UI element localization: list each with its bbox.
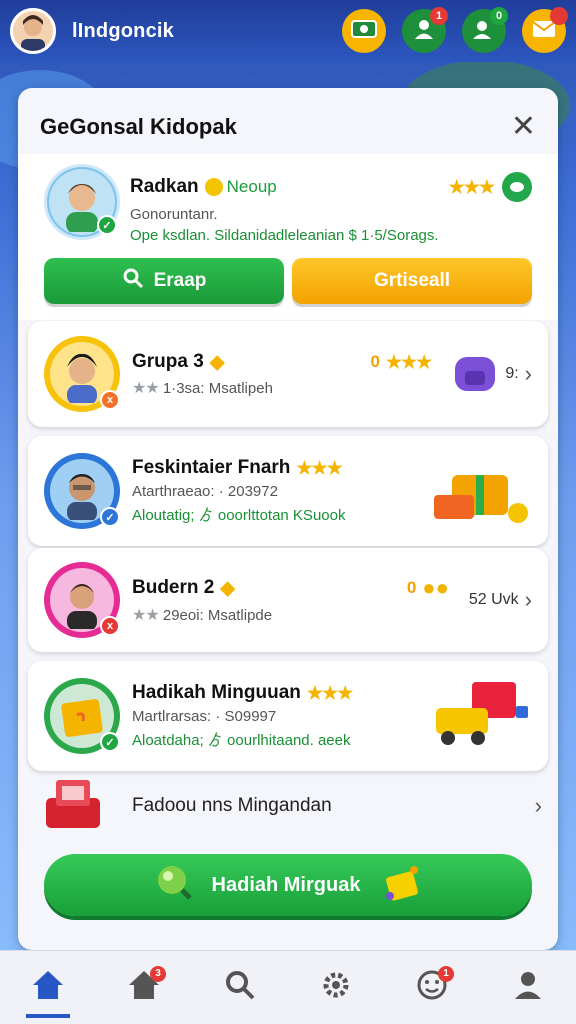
list-item[interactable]: ✓ Feskintaier Fnarh ★★★ Atarthraeao: · 2… [28, 436, 548, 546]
chevron-right-icon[interactable]: › [525, 361, 532, 387]
gift-avatar: ✓ [44, 678, 120, 754]
card-right: 52 Uvk [468, 591, 519, 608]
featured-friend: ✓ Radkan Neoup ★★★ Gonoruntanr. Ope ksdl… [18, 154, 558, 320]
gift-box-icon [432, 451, 532, 532]
rating-stars: ★★★ [296, 457, 342, 478]
gift-icon [382, 862, 422, 908]
top-bar: lIndgoncik 1 0 [0, 0, 576, 62]
coin-icon: ◆ [220, 577, 235, 599]
list-item[interactable]: ✓ Hadikah Minguuan ★★★ Martlrarsas: · S0… [28, 661, 548, 771]
featured-detail: Ope ksdlan. Sildanidadleleanian $ 1·5/So… [130, 227, 439, 244]
featured-name: Radkan [130, 176, 199, 197]
emoji-badge: 1 [438, 965, 454, 982]
featured-avatar[interactable]: ✓ [44, 164, 120, 240]
profile-icon [513, 970, 543, 1005]
search-icon [122, 267, 144, 295]
featured-status: Neoup [226, 177, 277, 196]
nav-emoji[interactable]: 1 [402, 958, 462, 1018]
nav-home[interactable] [18, 958, 78, 1018]
friend-avatar: x [44, 562, 120, 638]
nav-profile[interactable] [498, 958, 558, 1018]
card-prefix: 0 [370, 352, 380, 371]
promo-row[interactable]: Fadoou nns Mingandan › [42, 778, 542, 834]
card-sub: 29eoi: Msatlipde [162, 607, 273, 624]
card-right: 9: [505, 365, 519, 382]
nav-search[interactable] [210, 958, 270, 1018]
friends-button[interactable]: 1 [402, 7, 448, 53]
card-green: Aloatdaha; ゟ oourlhitaand. aeek [132, 732, 351, 749]
daily-reward-button[interactable] [342, 9, 386, 53]
card-title: Grupa 3 [132, 351, 204, 372]
chat-button[interactable] [502, 172, 532, 202]
card-title: Budern 2 [132, 577, 215, 598]
groups-button[interactable]: 0 [462, 7, 508, 53]
panel-title: GeGonsal Kidopak [40, 114, 237, 139]
backpack-icon [451, 349, 499, 400]
search-button[interactable]: Eraap [44, 258, 284, 304]
rating-stars: ★★★ [385, 351, 432, 372]
home-icon [31, 969, 65, 1006]
chat-icon [510, 182, 524, 192]
coin-icon: ◆ [209, 351, 225, 373]
weekly-gift-button[interactable]: Hadiah Mirguak [44, 854, 532, 916]
featured-subtitle: Gonoruntanr. [130, 206, 218, 223]
rating-stars: ★★★ [448, 176, 495, 197]
card-prefix: 0 [406, 578, 417, 597]
card-title: Hadikah Minguuan [132, 682, 301, 703]
friends-panel: GeGonsal Kidopak ✕ ✓ Radkan Neoup ★★★ Go… [18, 88, 558, 950]
online-check-icon: ✓ [97, 215, 117, 235]
groups-badge: 0 [490, 7, 508, 25]
card-green: Aloutatig; ゟ ooorlttotan KSuook [132, 507, 346, 524]
verified-icon: ✓ [100, 507, 120, 527]
settings-icon [320, 969, 352, 1006]
notifications-button[interactable] [522, 7, 568, 53]
store-badge: 3 [150, 965, 166, 982]
friend-avatar: x [44, 336, 120, 412]
close-icon[interactable]: ✕ [511, 112, 536, 142]
online-check-icon: ✓ [100, 732, 120, 752]
bottom-nav: 3 1 [0, 950, 576, 1024]
nav-settings[interactable] [306, 958, 366, 1018]
card-sub: Atarthraeao: · 203972 [132, 483, 278, 500]
toy-truck-icon [432, 678, 532, 755]
search-icon [224, 969, 256, 1006]
coin-stack-icon: ●● [422, 575, 449, 600]
chevron-right-icon[interactable]: › [525, 587, 532, 613]
search-orb-icon [154, 862, 194, 908]
friend-avatar: ✓ [44, 453, 120, 529]
notifications-dot [550, 7, 568, 25]
card-sub: 1·3sa: Msatlipeh [162, 379, 273, 397]
nav-store[interactable]: 3 [114, 958, 174, 1018]
card-title: Feskintaier Fnarh [132, 457, 291, 478]
gift-button[interactable]: Grtiseall [292, 258, 532, 304]
chevron-right-icon[interactable]: › [535, 793, 542, 819]
rank-stars: ★★ [132, 607, 160, 624]
gift-box-icon [42, 776, 104, 837]
level-icon: x [100, 616, 120, 636]
list-item[interactable]: x Budern 2 ◆ 0 ●● ★★ 29eoi: Msatlipde 52… [28, 548, 548, 652]
rating-stars: ★★★ [306, 682, 353, 703]
user-avatar[interactable] [10, 8, 56, 54]
money-icon [351, 19, 377, 44]
list-item[interactable]: x Grupa 3 ◆ 0 ★★★ ★★ 1·3sa: Msatlipeh 9:… [28, 321, 548, 427]
rank-stars: ★★ [132, 379, 160, 397]
username-label: lIndgoncik [72, 19, 174, 42]
card-sub: Martlrarsas: · S09997 [132, 708, 277, 725]
status-icon [204, 178, 223, 196]
level-icon: x [100, 390, 120, 410]
friends-badge: 1 [430, 7, 448, 25]
promo-label: Fadoou nns Mingandan [132, 795, 332, 816]
